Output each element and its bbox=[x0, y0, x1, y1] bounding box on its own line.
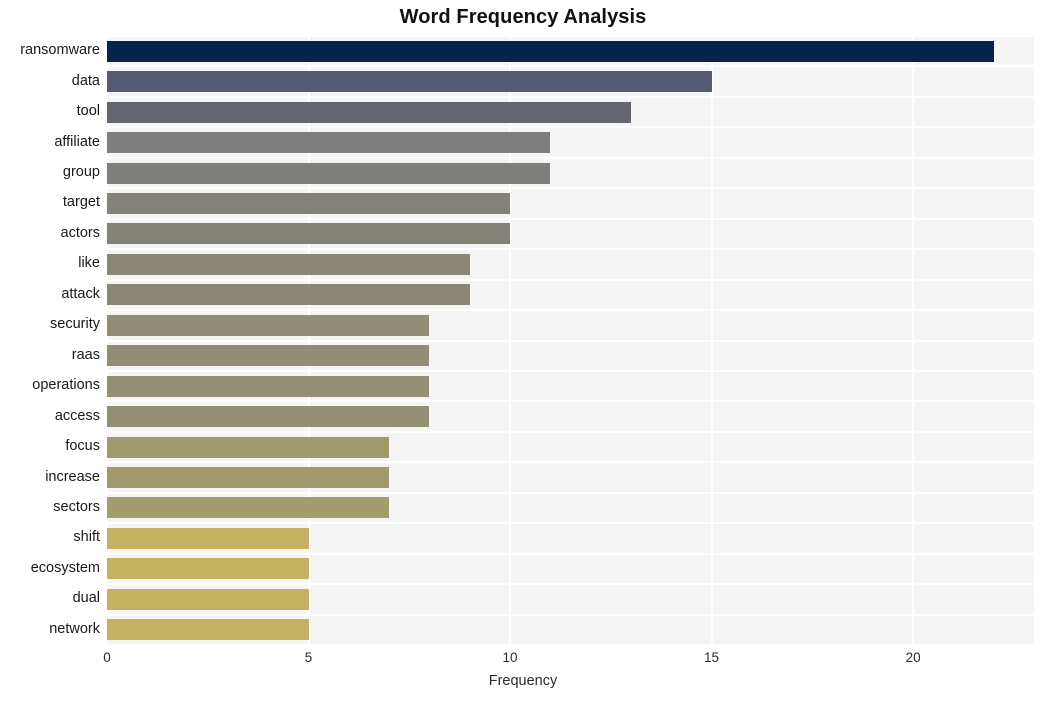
bar-ecosystem[interactable] bbox=[107, 558, 309, 580]
bar-focus[interactable] bbox=[107, 436, 390, 458]
bar-sectors[interactable] bbox=[107, 497, 390, 519]
bar-access[interactable] bbox=[107, 406, 430, 428]
row-separator bbox=[107, 400, 1034, 403]
row-separator bbox=[107, 309, 1034, 312]
category-label-ecosystem: ecosystem bbox=[30, 559, 100, 576]
bar-target[interactable] bbox=[107, 192, 511, 214]
category-label-access: access bbox=[54, 407, 100, 424]
row-separator bbox=[107, 522, 1034, 525]
category-label-sectors: sectors bbox=[53, 498, 100, 515]
row-separator bbox=[107, 644, 1034, 646]
bar-data[interactable] bbox=[107, 71, 712, 93]
row-separator bbox=[107, 583, 1034, 586]
category-label-group: group bbox=[62, 164, 100, 181]
bar-group[interactable] bbox=[107, 162, 551, 184]
category-label-operations: operations bbox=[32, 377, 100, 394]
category-label-raas: raas bbox=[71, 346, 100, 363]
category-label-attack: attack bbox=[61, 285, 100, 302]
bar-network[interactable] bbox=[107, 619, 309, 641]
x-tick-10: 10 bbox=[502, 650, 518, 665]
row-separator bbox=[107, 126, 1034, 129]
bar-actors[interactable] bbox=[107, 223, 511, 245]
bar-dual[interactable] bbox=[107, 588, 309, 610]
bar-attack[interactable] bbox=[107, 284, 470, 306]
row-separator bbox=[107, 156, 1034, 159]
category-label-data: data bbox=[71, 72, 100, 89]
x-tick-5: 5 bbox=[304, 650, 313, 665]
row-separator bbox=[107, 187, 1034, 190]
row-separator bbox=[107, 95, 1034, 98]
bar-raas[interactable] bbox=[107, 345, 430, 367]
category-label-like: like bbox=[78, 255, 100, 272]
category-label-network: network bbox=[49, 620, 100, 637]
bar-operations[interactable] bbox=[107, 375, 430, 397]
category-label-dual: dual bbox=[72, 590, 100, 607]
row-separator bbox=[107, 369, 1034, 372]
category-label-increase: increase bbox=[45, 468, 100, 485]
category-label-ransomware: ransomware bbox=[20, 42, 100, 59]
row-separator bbox=[107, 65, 1034, 68]
x-tick-0: 0 bbox=[103, 650, 111, 665]
row-separator bbox=[107, 552, 1034, 555]
row-separator bbox=[107, 248, 1034, 251]
category-label-actors: actors bbox=[60, 224, 101, 241]
bar-increase[interactable] bbox=[107, 467, 390, 489]
bar-security[interactable] bbox=[107, 314, 430, 336]
category-label-security: security bbox=[50, 316, 100, 333]
category-label-focus: focus bbox=[65, 438, 100, 455]
category-label-target: target bbox=[62, 194, 100, 211]
chart-title: Word Frequency Analysis bbox=[399, 6, 647, 28]
row-separator bbox=[107, 613, 1034, 616]
bar-affiliate[interactable] bbox=[107, 132, 551, 154]
category-label-affiliate: affiliate bbox=[54, 133, 100, 150]
plot-area bbox=[106, 35, 1034, 646]
row-separator bbox=[107, 461, 1034, 464]
category-label-shift: shift bbox=[73, 529, 100, 546]
category-label-tool: tool bbox=[76, 103, 100, 120]
row-separator bbox=[107, 430, 1034, 433]
x-tick-20: 20 bbox=[905, 650, 921, 665]
row-separator bbox=[107, 339, 1034, 342]
row-separator bbox=[107, 35, 1034, 37]
x-tick-15: 15 bbox=[704, 650, 720, 665]
row-separator bbox=[107, 217, 1034, 220]
bar-ransomware[interactable] bbox=[107, 40, 994, 62]
bar-tool[interactable] bbox=[107, 101, 631, 123]
row-separator bbox=[107, 278, 1034, 281]
x-axis-title: Frequency bbox=[488, 673, 558, 689]
bar-like[interactable] bbox=[107, 253, 470, 275]
bar-shift[interactable] bbox=[107, 527, 309, 549]
row-separator bbox=[107, 491, 1034, 494]
word-frequency-bar-chart: Word Frequency Analysis ransomware data to… bbox=[0, 0, 1046, 701]
